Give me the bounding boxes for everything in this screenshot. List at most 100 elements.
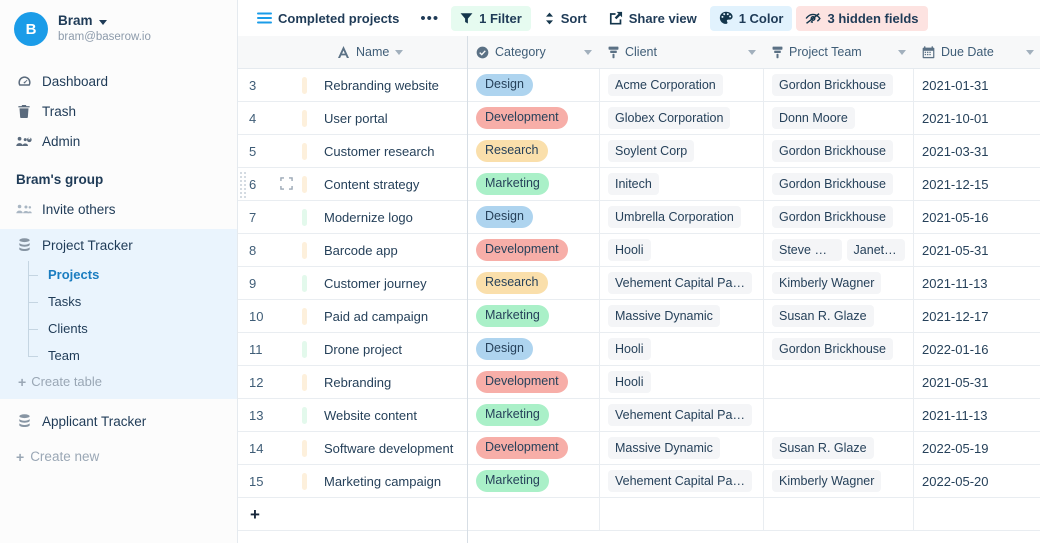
table-row[interactable]: 8 Barcode app bbox=[238, 234, 467, 267]
cell-name[interactable]: Rebranding bbox=[316, 366, 467, 398]
cell-category[interactable]: Development bbox=[468, 234, 600, 266]
table-row[interactable]: Marketing Vehement Capital Pa… Kimberly Wa… bbox=[468, 465, 1040, 498]
cell-project-team[interactable]: Gordon Brickhouse bbox=[764, 69, 914, 101]
filter-button[interactable]: 1 Filter bbox=[451, 5, 531, 31]
cell-client[interactable]: Vehement Capital Pa… bbox=[600, 399, 764, 431]
view-selector-button[interactable]: Completed projects bbox=[248, 6, 408, 31]
cell-project-team[interactable]: Kimberly Wagner bbox=[764, 267, 914, 299]
table-row[interactable]: 12 Rebranding bbox=[238, 366, 467, 399]
cell-name[interactable]: Drone project bbox=[316, 333, 467, 365]
cell-project-team[interactable]: Gordon Brickhouse bbox=[764, 168, 914, 200]
table-row[interactable]: Marketing Massive Dynamic Susan R. Glaze 20… bbox=[468, 300, 1040, 333]
cell-name[interactable]: Content strategy bbox=[316, 168, 467, 200]
table-row[interactable]: 11 Drone project bbox=[238, 333, 467, 366]
cell-due-date[interactable]: 2021-03-31 bbox=[914, 135, 1040, 167]
cell-due-date[interactable]: 2022-01-16 bbox=[914, 333, 1040, 365]
add-row-left[interactable]: + bbox=[238, 498, 467, 531]
column-header-project-team[interactable]: Project Team bbox=[764, 36, 914, 69]
database-row[interactable]: Project Tracker bbox=[0, 229, 237, 261]
cell-name[interactable]: Modernize logo bbox=[316, 201, 467, 233]
expand-row-icon[interactable] bbox=[280, 177, 293, 193]
sort-button[interactable]: Sort bbox=[535, 6, 596, 31]
cell-category[interactable]: Research bbox=[468, 135, 600, 167]
cell-client[interactable]: Soylent Corp bbox=[600, 135, 764, 167]
cell-category[interactable]: Development bbox=[468, 102, 600, 134]
cell-due-date[interactable]: 2021-05-31 bbox=[914, 366, 1040, 398]
cell-category[interactable]: Marketing bbox=[468, 465, 600, 497]
cell-client[interactable]: Hooli bbox=[600, 333, 764, 365]
column-header-client[interactable]: Client bbox=[600, 36, 764, 69]
cell-name[interactable]: User portal bbox=[316, 102, 467, 134]
cell-project-team[interactable]: Steve Gray Janet Co bbox=[764, 234, 914, 266]
create-new-button[interactable]: + Create new bbox=[0, 437, 237, 476]
table-row[interactable]: Marketing Initech Gordon Brickhouse 2021-12… bbox=[468, 168, 1040, 201]
cell-due-date[interactable]: 2021-11-13 bbox=[914, 267, 1040, 299]
cell-category[interactable]: Development bbox=[468, 432, 600, 464]
sidebar-table-projects[interactable]: Projects bbox=[28, 261, 237, 288]
table-row[interactable]: 15 Marketing campaign bbox=[238, 465, 467, 498]
table-row[interactable]: 14 Software development bbox=[238, 432, 467, 465]
cell-client[interactable]: Globex Corporation bbox=[600, 102, 764, 134]
plus-icon[interactable]: + bbox=[250, 506, 260, 523]
chevron-down-icon[interactable] bbox=[1026, 49, 1034, 55]
sidebar-table-team[interactable]: Team bbox=[28, 342, 237, 369]
cell-name[interactable]: Paid ad campaign bbox=[316, 300, 467, 332]
cell-project-team[interactable]: Kimberly Wagner bbox=[764, 465, 914, 497]
user-name-row[interactable]: Bram bbox=[58, 13, 151, 29]
cell-category[interactable]: Design bbox=[468, 201, 600, 233]
table-row[interactable]: Development Hooli 2021-05-31 bbox=[468, 366, 1040, 399]
cell-name[interactable]: Software development bbox=[316, 432, 467, 464]
column-header-due-date[interactable]: Due Date bbox=[914, 36, 1040, 69]
cell-client[interactable]: Massive Dynamic bbox=[600, 432, 764, 464]
cell-category[interactable]: Marketing bbox=[468, 300, 600, 332]
table-row[interactable]: Research Vehement Capital Pa… Kimberly Wag… bbox=[468, 267, 1040, 300]
cell-project-team[interactable]: Gordon Brickhouse bbox=[764, 333, 914, 365]
cell-category[interactable]: Design bbox=[468, 333, 600, 365]
drag-handle-icon[interactable] bbox=[239, 170, 247, 199]
chevron-down-icon[interactable] bbox=[584, 49, 592, 55]
cell-due-date[interactable]: 2021-01-31 bbox=[914, 69, 1040, 101]
cell-client[interactable]: Umbrella Corporation bbox=[600, 201, 764, 233]
cell-name[interactable]: Customer journey bbox=[316, 267, 467, 299]
table-row[interactable]: Marketing Vehement Capital Pa… 2021-11-13 bbox=[468, 399, 1040, 432]
cell-category[interactable]: Development bbox=[468, 366, 600, 398]
table-row[interactable]: 13 Website content bbox=[238, 399, 467, 432]
cell-project-team[interactable] bbox=[764, 366, 914, 398]
cell-category[interactable]: Design bbox=[468, 69, 600, 101]
color-button[interactable]: 1 Color bbox=[709, 5, 793, 31]
cell-name[interactable]: Barcode app bbox=[316, 234, 467, 266]
cell-client[interactable]: Acme Corporation bbox=[600, 69, 764, 101]
table-row[interactable]: 6 Content strategy bbox=[238, 168, 467, 201]
sidebar-table-tasks[interactable]: Tasks bbox=[28, 288, 237, 315]
cell-client[interactable]: Hooli bbox=[600, 366, 764, 398]
sidebar-item-admin[interactable]: Admin bbox=[0, 126, 237, 156]
sidebar-item-dashboard[interactable]: Dashboard bbox=[0, 66, 237, 96]
chevron-down-icon[interactable] bbox=[748, 49, 756, 55]
table-row[interactable]: 3 Rebranding website bbox=[238, 69, 467, 102]
invite-others-button[interactable]: Invite others bbox=[0, 195, 237, 223]
cell-due-date[interactable]: 2021-05-16 bbox=[914, 201, 1040, 233]
cell-project-team[interactable]: Susan R. Glaze bbox=[764, 432, 914, 464]
chevron-down-icon[interactable] bbox=[898, 49, 906, 55]
table-row[interactable]: Development Hooli Steve Gray Janet Co 2021-0… bbox=[468, 234, 1040, 267]
table-row[interactable]: Research Soylent Corp Gordon Brickhouse 202… bbox=[468, 135, 1040, 168]
cell-category[interactable]: Research bbox=[468, 267, 600, 299]
table-row[interactable]: Design Hooli Gordon Brickhouse 2022-01-16 bbox=[468, 333, 1040, 366]
cell-client[interactable]: Massive Dynamic bbox=[600, 300, 764, 332]
cell-project-team[interactable] bbox=[764, 399, 914, 431]
table-row[interactable]: 7 Modernize logo bbox=[238, 201, 467, 234]
table-row[interactable]: Development Massive Dynamic Susan R. Glaze… bbox=[468, 432, 1040, 465]
create-table-button[interactable]: + Create table bbox=[0, 369, 237, 393]
cell-name[interactable]: Marketing campaign bbox=[316, 465, 467, 497]
cell-due-date[interactable]: 2021-10-01 bbox=[914, 102, 1040, 134]
chevron-down-icon[interactable] bbox=[395, 49, 404, 55]
cell-due-date[interactable]: 2021-05-31 bbox=[914, 234, 1040, 266]
cell-project-team[interactable]: Donn Moore bbox=[764, 102, 914, 134]
cell-project-team[interactable]: Gordon Brickhouse bbox=[764, 201, 914, 233]
cell-client[interactable]: Initech bbox=[600, 168, 764, 200]
cell-due-date[interactable]: 2022-05-19 bbox=[914, 432, 1040, 464]
cell-due-date[interactable]: 2022-05-20 bbox=[914, 465, 1040, 497]
cell-project-team[interactable]: Susan R. Glaze bbox=[764, 300, 914, 332]
cell-name[interactable]: Website content bbox=[316, 399, 467, 431]
share-view-button[interactable]: Share view bbox=[600, 6, 706, 31]
